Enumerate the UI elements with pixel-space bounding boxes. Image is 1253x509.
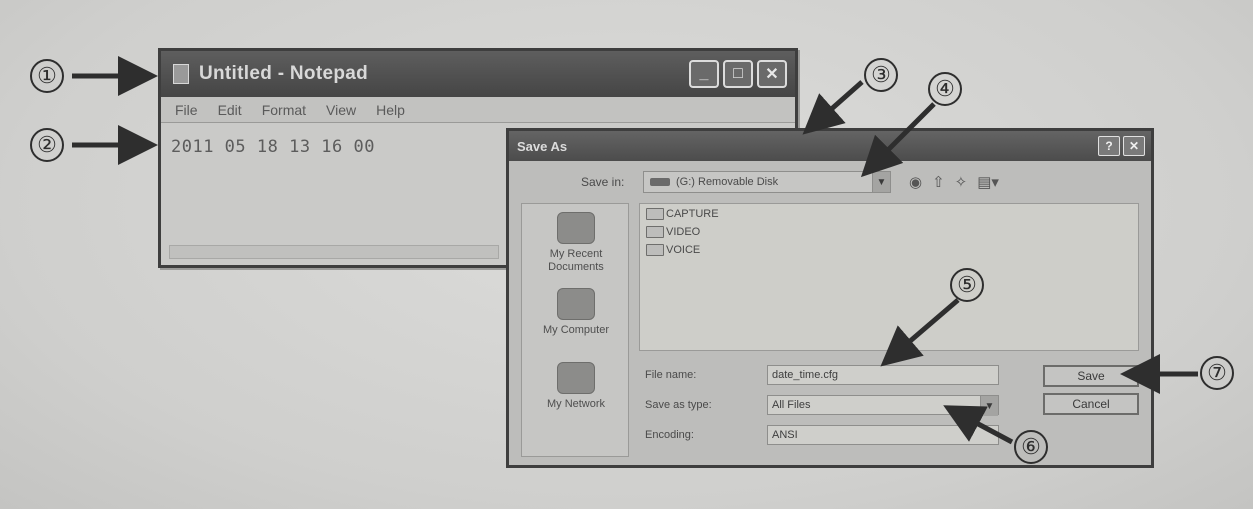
place-label: My Computer xyxy=(542,324,610,336)
maximize-icon[interactable]: □ xyxy=(723,60,753,88)
list-item[interactable]: VIDEO xyxy=(646,226,700,238)
callout-6: ⑥ xyxy=(1014,430,1048,464)
folder-icon xyxy=(646,244,664,256)
up-folder-icon[interactable]: ⇧ xyxy=(932,173,945,191)
notepad-titlebar[interactable]: Untitled - Notepad _ □ ✕ xyxy=(161,51,795,97)
notepad-app-icon xyxy=(173,64,189,84)
horizontal-scrollbar[interactable] xyxy=(169,245,499,259)
save-in-label: Save in: xyxy=(581,175,625,189)
save-as-type-value: All Files xyxy=(772,399,811,411)
removable-disk-icon xyxy=(650,178,670,186)
menu-file[interactable]: File xyxy=(175,102,198,118)
list-item[interactable]: VOICE xyxy=(646,244,700,256)
callout-7: ⑦ xyxy=(1200,356,1234,390)
folder-icon xyxy=(646,226,664,238)
help-icon[interactable]: ? xyxy=(1098,136,1120,156)
cancel-button[interactable]: Cancel xyxy=(1043,393,1139,415)
save-as-window-controls: ? ✕ xyxy=(1098,136,1145,156)
encoding-label: Encoding: xyxy=(645,429,694,441)
encoding-value: ANSI xyxy=(772,429,798,441)
close-icon[interactable]: ✕ xyxy=(1123,136,1145,156)
place-my-recent-documents[interactable]: My Recent Documents xyxy=(522,212,630,274)
file-list[interactable]: CAPTURE VIDEO VOICE xyxy=(639,203,1139,351)
menu-format[interactable]: Format xyxy=(262,102,306,118)
back-icon[interactable]: ◉ xyxy=(909,173,922,191)
my-network-icon xyxy=(557,362,595,394)
view-menu-icon[interactable]: ▤▾ xyxy=(977,173,999,191)
save-as-type-label: Save as type: xyxy=(645,399,712,411)
notepad-title: Untitled - Notepad xyxy=(199,63,368,84)
close-icon[interactable]: ✕ xyxy=(757,60,787,88)
save-as-dialog: Save As ? ✕ Save in: (G:) Removable Disk… xyxy=(506,128,1154,468)
list-item[interactable]: CAPTURE xyxy=(646,208,719,220)
callout-1: ① xyxy=(30,59,64,93)
menu-help[interactable]: Help xyxy=(376,102,405,118)
save-as-type-select[interactable]: All Files ▼ xyxy=(767,395,999,416)
place-label: My Recent Documents xyxy=(548,248,604,273)
save-as-toolbar: ◉ ⇧ ✧ ▤▾ xyxy=(909,173,999,191)
recent-documents-icon xyxy=(557,212,595,244)
file-name-value: date_time.cfg xyxy=(772,369,839,381)
callout-3: ③ xyxy=(864,58,898,92)
menu-edit[interactable]: Edit xyxy=(218,102,242,118)
chevron-down-icon[interactable]: ▼ xyxy=(980,396,998,416)
file-name-input[interactable]: date_time.cfg xyxy=(767,365,999,385)
notepad-window-controls: _ □ ✕ xyxy=(689,60,787,88)
place-my-network[interactable]: My Network xyxy=(522,362,630,411)
folder-name: VIDEO xyxy=(666,226,701,238)
menu-view[interactable]: View xyxy=(326,102,356,118)
save-in-select[interactable]: (G:) Removable Disk ▼ xyxy=(643,171,891,193)
place-my-computer[interactable]: My Computer xyxy=(522,288,630,337)
file-name-label: File name: xyxy=(645,369,697,381)
save-as-titlebar[interactable]: Save As ? ✕ xyxy=(509,131,1151,161)
save-as-title: Save As xyxy=(517,138,568,154)
callout-4: ④ xyxy=(928,72,962,106)
save-in-value: (G:) Removable Disk xyxy=(676,176,779,188)
folder-name: CAPTURE xyxy=(666,208,719,220)
places-bar: My Recent Documents My Computer My Netwo… xyxy=(521,203,629,457)
notepad-menubar: File Edit Format View Help xyxy=(161,97,795,123)
place-label: My Network xyxy=(546,398,606,410)
save-button[interactable]: Save xyxy=(1043,365,1139,387)
notepad-content: 2011 05 18 13 16 00 xyxy=(171,137,375,157)
folder-icon xyxy=(646,208,664,220)
encoding-select[interactable]: ANSI xyxy=(767,425,999,445)
chevron-down-icon[interactable]: ▼ xyxy=(872,172,890,192)
minimize-icon[interactable]: _ xyxy=(689,60,719,88)
new-folder-icon[interactable]: ✧ xyxy=(955,173,968,191)
my-computer-icon xyxy=(557,288,595,320)
callout-2: ② xyxy=(30,128,64,162)
callout-5: ⑤ xyxy=(950,268,984,302)
folder-name: VOICE xyxy=(666,244,701,256)
